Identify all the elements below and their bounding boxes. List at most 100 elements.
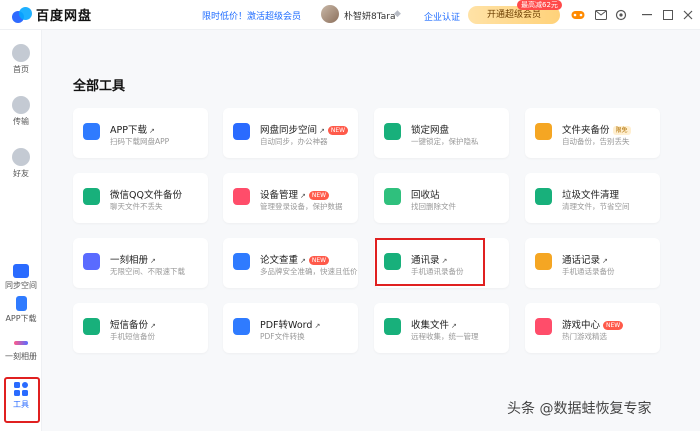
avatar[interactable] <box>321 5 339 23</box>
tool-title: 设备管理 ↗ NEW <box>260 187 330 201</box>
tool-subtitle: 无限空间、不限速下载 <box>110 267 185 276</box>
minimize-icon[interactable] <box>640 8 654 22</box>
sidebar-item-home[interactable]: 首页 <box>0 44 42 75</box>
tool-card[interactable]: 短信备份 ↗ 手机短信备份 <box>73 303 208 353</box>
tool-icon <box>83 253 100 270</box>
external-arrow-icon: ↗ <box>300 192 306 200</box>
tool-subtitle: 聊天文件不丢失 <box>110 202 163 211</box>
tool-title-text: 网盘同步空间 <box>260 125 318 136</box>
tool-icon <box>535 188 552 205</box>
album-icon <box>14 341 28 345</box>
close-icon[interactable] <box>681 8 695 22</box>
tool-tag-badge: NEW <box>327 126 349 135</box>
baidu-netdisk-logo-icon <box>12 6 32 23</box>
tool-subtitle: 一键锁定，保护隐私 <box>411 137 479 146</box>
tool-icon <box>233 253 250 270</box>
tool-title: 垃圾文件清理 <box>562 187 619 201</box>
transfer-icon <box>12 96 30 114</box>
page-title: 全部工具 <box>73 79 126 94</box>
tool-title: 网盘同步空间 ↗ NEW <box>260 122 349 136</box>
external-arrow-icon: ↗ <box>451 322 457 330</box>
sidebar-item-friends[interactable]: 好友 <box>0 148 42 179</box>
app-logo[interactable]: 百度网盘 <box>12 5 92 24</box>
tool-title: APP下载 ↗ <box>110 122 155 136</box>
tool-title-text: 收集文件 <box>411 320 450 331</box>
sync-icon <box>13 264 29 278</box>
tool-title-text: 设备管理 <box>260 190 299 201</box>
external-arrow-icon: ↗ <box>314 322 321 330</box>
tool-icon <box>83 188 100 205</box>
tool-icon <box>535 123 552 140</box>
tool-card[interactable]: 游戏中心 NEW 热门游戏精选 <box>525 303 660 353</box>
tool-icon <box>83 318 100 335</box>
tool-icon <box>384 188 401 205</box>
tool-card[interactable]: 一刻相册 ↗ 无限空间、不限速下载 <box>73 238 208 288</box>
tool-card[interactable]: 锁定网盘 一键锁定，保护隐私 <box>374 108 509 158</box>
tool-title-text: 微信QQ文件备份 <box>110 190 182 201</box>
tool-subtitle: 手机短信备份 <box>110 332 155 341</box>
tool-card[interactable]: 网盘同步空间 ↗ NEW 自动同步，办公神器 <box>223 108 358 158</box>
game-icon[interactable] <box>571 8 585 22</box>
tool-card[interactable]: APP下载 ↗ 扫码下载网盘APP <box>73 108 208 158</box>
tool-title-text: 论文查重 <box>260 255 299 266</box>
tool-title: 通话记录 ↗ <box>562 252 608 266</box>
sidebar-item-transfer[interactable]: 传输 <box>0 96 42 127</box>
tool-icon <box>233 123 250 140</box>
tool-card[interactable]: 微信QQ文件备份 聊天文件不丢失 <box>73 173 208 223</box>
tool-card[interactable]: 文件夹备份 限免 自动备份，告别丢失 <box>525 108 660 158</box>
tool-title-text: 游戏中心 <box>562 320 601 331</box>
tool-title-text: 垃圾文件清理 <box>562 190 620 201</box>
sidebar-item-album[interactable]: 一刻相册 <box>0 335 42 362</box>
settings-icon[interactable] <box>614 8 628 22</box>
tool-subtitle: 找回删除文件 <box>411 202 456 211</box>
mail-icon[interactable] <box>594 8 608 22</box>
phone-icon <box>15 296 27 311</box>
active-nav-highlight <box>4 377 40 423</box>
tool-title: 论文查重 ↗ NEW <box>260 252 330 266</box>
tool-title-text: PDF转Word <box>260 320 313 331</box>
tool-card[interactable]: 收集文件 ↗ 远程收集，统一管理 <box>374 303 509 353</box>
tool-title: 微信QQ文件备份 <box>110 187 182 201</box>
tool-tag-badge: NEW <box>603 321 624 330</box>
tool-subtitle: 自动同步，办公神器 <box>260 137 328 146</box>
promo-link[interactable]: 限时低价！激活超级会员 <box>202 9 301 22</box>
sidebar: 首页 传输 好友 同步空间 APP下载 一刻相册 工具 <box>0 30 42 431</box>
sidebar-item-sync[interactable]: 同步空间 <box>0 264 42 291</box>
tool-card[interactable]: 垃圾文件清理 清理文件，节省空间 <box>525 173 660 223</box>
tool-icon <box>535 253 552 270</box>
tool-title: 短信备份 ↗ <box>110 317 156 331</box>
vip-discount-badge: 最高减62元 <box>517 0 562 10</box>
tool-icon <box>384 123 401 140</box>
external-arrow-icon: ↗ <box>148 127 155 135</box>
sidebar-item-app-download[interactable]: APP下载 <box>0 296 42 324</box>
tool-subtitle: 管理登录设备，保护数据 <box>260 202 343 211</box>
tool-card[interactable]: 设备管理 ↗ NEW 管理登录设备，保护数据 <box>223 173 358 223</box>
tool-title-text: 锁定网盘 <box>411 125 450 136</box>
external-arrow-icon: ↗ <box>319 127 325 135</box>
top-bar: 百度网盘 限时低价！激活超级会员 朴智妍8Tara ◆ 企业认证 开通超级会员 … <box>0 0 700 30</box>
tool-tag-badge: NEW <box>308 191 330 200</box>
maximize-icon[interactable] <box>661 8 675 22</box>
tool-tag-badge: 限免 <box>612 126 631 135</box>
username[interactable]: 朴智妍8Tara <box>344 9 395 22</box>
vip-level-icon: ◆ <box>394 9 401 19</box>
tool-icon <box>83 123 100 140</box>
tool-subtitle: 手机通话录备份 <box>562 267 615 276</box>
tool-subtitle: 热门游戏精选 <box>562 332 607 341</box>
tool-card[interactable]: 论文查重 ↗ NEW 多品牌安全准确，快速且低价 <box>223 238 358 288</box>
contacts-card-highlight <box>375 238 485 286</box>
tool-card[interactable]: PDF转Word ↗ PDF文件转换 <box>223 303 358 353</box>
external-arrow-icon: ↗ <box>300 257 306 265</box>
tool-icon <box>233 188 250 205</box>
tool-subtitle: 自动备份，告别丢失 <box>562 137 630 146</box>
tool-subtitle: 远程收集，统一管理 <box>411 332 479 341</box>
tool-title: 收集文件 ↗ <box>411 317 457 331</box>
tool-card[interactable]: 通话记录 ↗ 手机通话录备份 <box>525 238 660 288</box>
tool-title: 回收站 <box>411 187 440 201</box>
tool-title: 锁定网盘 <box>411 122 449 136</box>
enterprise-verify-link[interactable]: 企业认证 <box>424 10 460 23</box>
tool-icon <box>233 318 250 335</box>
tool-card[interactable]: 回收站 找回删除文件 <box>374 173 509 223</box>
tool-title: 文件夹备份 限免 <box>562 122 631 136</box>
tool-icon <box>535 318 552 335</box>
